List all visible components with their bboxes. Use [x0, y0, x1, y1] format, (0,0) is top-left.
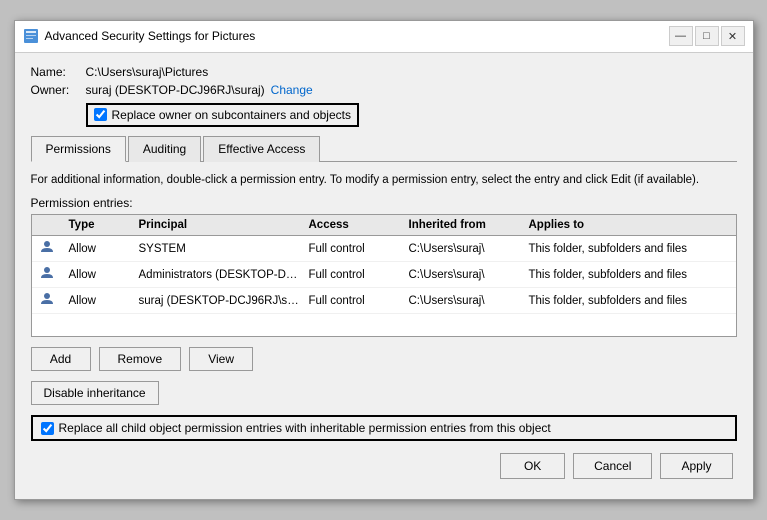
window-icon [23, 28, 39, 44]
remove-button[interactable]: Remove [99, 347, 182, 371]
user-icon [39, 265, 55, 281]
window-controls: — □ ✕ [669, 26, 745, 46]
maximize-button[interactable]: □ [695, 26, 719, 46]
cell-icon [36, 264, 66, 285]
cell-principal: Administrators (DESKTOP-DC... [136, 268, 306, 282]
permission-entries-label: Permission entries: [31, 196, 737, 210]
cell-type: Allow [66, 242, 136, 256]
replace-owner-label[interactable]: Replace owner on subcontainers and objec… [112, 108, 351, 122]
ok-button[interactable]: OK [500, 453, 565, 479]
col-icon [36, 218, 66, 232]
cell-type: Allow [66, 268, 136, 282]
table-header: Type Principal Access Inherited from App… [32, 215, 736, 236]
cell-type: Allow [66, 294, 136, 308]
cell-applies: This folder, subfolders and files [526, 242, 732, 256]
col-access: Access [306, 218, 406, 232]
permissions-table: Type Principal Access Inherited from App… [31, 214, 737, 337]
close-button[interactable]: ✕ [721, 26, 745, 46]
cell-icon [36, 290, 66, 311]
owner-label: Owner: [31, 83, 86, 97]
cell-applies: This folder, subfolders and files [526, 294, 732, 308]
info-text: For additional information, double-click… [31, 172, 737, 188]
tab-effective-access[interactable]: Effective Access [203, 136, 320, 162]
cell-access: Full control [306, 242, 406, 256]
table-row[interactable]: Allow Administrators (DESKTOP-DC... Full… [32, 262, 736, 288]
col-applies: Applies to [526, 218, 732, 232]
cell-principal: SYSTEM [136, 242, 306, 256]
bottom-checkbox-row: Replace all child object permission entr… [31, 415, 737, 441]
tab-auditing[interactable]: Auditing [128, 136, 201, 162]
change-owner-link[interactable]: Change [271, 83, 313, 97]
cell-access: Full control [306, 268, 406, 282]
table-row[interactable]: Allow SYSTEM Full control C:\Users\suraj… [32, 236, 736, 262]
name-row: Name: C:\Users\suraj\Pictures [31, 65, 737, 79]
col-inherited: Inherited from [406, 218, 526, 232]
replace-owner-checkbox[interactable] [94, 108, 107, 121]
window-title: Advanced Security Settings for Pictures [45, 29, 256, 43]
add-button[interactable]: Add [31, 347, 91, 371]
view-button[interactable]: View [189, 347, 253, 371]
apply-button[interactable]: Apply [660, 453, 732, 479]
col-principal: Principal [136, 218, 306, 232]
replace-child-label[interactable]: Replace all child object permission entr… [59, 421, 551, 435]
titlebar: Advanced Security Settings for Pictures … [15, 21, 753, 53]
name-label: Name: [31, 65, 86, 79]
tab-permissions[interactable]: Permissions [31, 136, 126, 162]
user-icon [39, 239, 55, 255]
cell-principal: suraj (DESKTOP-DCJ96RJ\suraj) [136, 294, 306, 308]
disable-inheritance-button[interactable]: Disable inheritance [31, 381, 159, 405]
cell-access: Full control [306, 294, 406, 308]
tab-bar: Permissions Auditing Effective Access [31, 135, 737, 162]
col-type: Type [66, 218, 136, 232]
dialog-buttons: OK Cancel Apply [31, 453, 737, 487]
replace-child-checkbox[interactable] [41, 422, 54, 435]
cell-inherited: C:\Users\suraj\ [406, 294, 526, 308]
cell-applies: This folder, subfolders and files [526, 268, 732, 282]
cell-inherited: C:\Users\suraj\ [406, 268, 526, 282]
cell-inherited: C:\Users\suraj\ [406, 242, 526, 256]
minimize-button[interactable]: — [669, 26, 693, 46]
name-value: C:\Users\suraj\Pictures [86, 65, 209, 79]
table-row[interactable]: Allow suraj (DESKTOP-DCJ96RJ\suraj) Full… [32, 288, 736, 314]
table-body: Allow SYSTEM Full control C:\Users\suraj… [32, 236, 736, 336]
owner-value: suraj (DESKTOP-DCJ96RJ\suraj) [86, 83, 265, 97]
user-icon [39, 291, 55, 307]
action-buttons: Add Remove View [31, 347, 737, 371]
owner-row: Owner: suraj (DESKTOP-DCJ96RJ\suraj) Cha… [31, 83, 737, 97]
cell-icon [36, 238, 66, 259]
cancel-button[interactable]: Cancel [573, 453, 652, 479]
